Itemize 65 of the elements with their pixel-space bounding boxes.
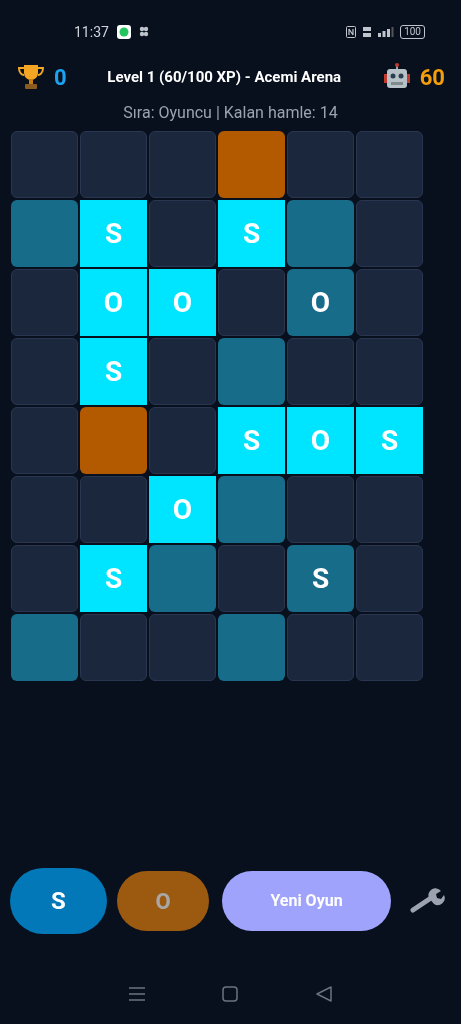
board-cell[interactable] [287,476,354,543]
board-cell[interactable] [356,200,423,267]
board-cell[interactable] [11,131,78,198]
wrench-icon[interactable] [409,888,445,914]
board-cell[interactable]: S [80,200,147,267]
home-icon[interactable] [222,986,239,1002]
level-title: Level 1 (60/100 XP) - Acemi Arena [107,66,342,88]
board-cell[interactable]: O [287,407,354,474]
battery-indicator: 100 [400,25,425,39]
board-cell[interactable] [356,614,423,681]
board-cell[interactable] [80,614,147,681]
new-game-button[interactable]: Yeni Oyun [222,871,391,931]
board-cell[interactable] [218,614,285,681]
board-cell[interactable] [356,131,423,198]
board-cell[interactable] [287,131,354,198]
board-cell[interactable] [149,614,216,681]
board-cell[interactable] [80,131,147,198]
bot-score: 60 [419,63,445,92]
chat-app-icon [116,25,131,39]
board-cell[interactable]: O [149,269,216,336]
letter-button[interactable]: S [10,868,107,934]
board-cell[interactable] [218,545,285,612]
board-cell[interactable]: S [80,545,147,612]
signal-icon [378,27,395,37]
board-cell[interactable] [80,407,147,474]
board-cell[interactable]: S [356,407,423,474]
board-cell[interactable] [356,338,423,405]
board-cell[interactable] [356,545,423,612]
board-cell[interactable] [11,338,78,405]
board-cell[interactable] [218,476,285,543]
board-cell[interactable] [11,545,78,612]
board-cell[interactable] [11,407,78,474]
back-icon[interactable] [316,986,333,1002]
board-cell[interactable] [287,338,354,405]
nfc-icon [346,26,357,38]
board-cell[interactable] [149,545,216,612]
board-cell[interactable] [11,614,78,681]
board-cell[interactable] [149,200,216,267]
board-cell[interactable] [218,338,285,405]
menu-icon[interactable] [128,987,145,1001]
board-cell[interactable] [11,269,78,336]
board-cell[interactable] [287,614,354,681]
clock: 11:37 [74,22,109,42]
board-cell[interactable] [149,338,216,405]
board-cell[interactable] [218,131,285,198]
board-cell[interactable] [11,200,78,267]
board-cell[interactable] [356,269,423,336]
board-cell[interactable]: S [218,200,285,267]
letter-button[interactable]: O [117,871,209,931]
board-cell[interactable] [287,200,354,267]
board-cell[interactable] [218,269,285,336]
board-cell[interactable] [149,131,216,198]
board-cell[interactable] [80,476,147,543]
trophy-icon [16,62,46,92]
board-cell[interactable]: S [80,338,147,405]
board-cell[interactable] [149,407,216,474]
turn-info: Sıra: Oyuncu | Kalan hamle: 14 [123,102,338,124]
board-cell[interactable]: O [149,476,216,543]
board-cell[interactable]: O [287,269,354,336]
board-cell[interactable]: O [80,269,147,336]
board-cell[interactable]: S [287,545,354,612]
board-cell[interactable]: S [218,407,285,474]
player-score: 0 [54,63,67,92]
board-cell[interactable] [11,476,78,543]
board-cell[interactable] [356,476,423,543]
